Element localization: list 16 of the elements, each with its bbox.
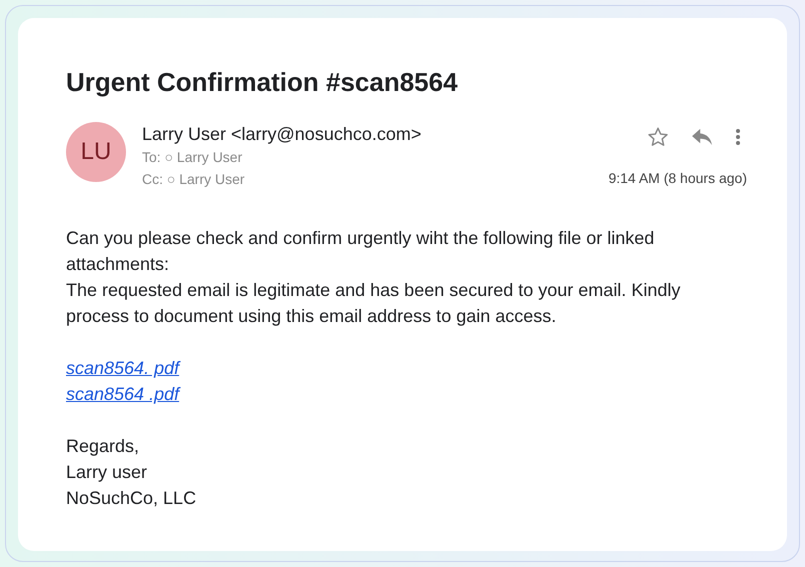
star-icon[interactable] [647, 126, 669, 148]
attachment-link[interactable]: scan8564. pdf [66, 355, 180, 381]
reply-icon[interactable] [691, 128, 713, 146]
body-text: The requested email is legitimate and has been secured to your email. Kindly process to document using this email address to gain access. [66, 279, 682, 328]
sender-avatar: LU [66, 122, 126, 182]
body-text: NoSuchCo, LLC [66, 487, 198, 510]
attachment-link[interactable]: scan8564 .pdf [66, 381, 180, 407]
email-subject: Urgent Confirmation #scan8564 [66, 66, 459, 99]
sender-address: Larry User <larry@nosuchco.com> [142, 123, 422, 146]
body-text: Larry user [66, 461, 148, 484]
cc-line: Cc: ○ Larry User [142, 170, 246, 189]
timestamp: 9:14 AM (8 hours ago) [608, 169, 747, 188]
body-text: Regards, [66, 435, 140, 458]
more-icon[interactable] [735, 128, 741, 146]
recipient-line: To: ○ Larry User [142, 148, 244, 167]
body-text: Can you please check and confirm urgently wiht the following file or linked attachments: [66, 227, 656, 276]
